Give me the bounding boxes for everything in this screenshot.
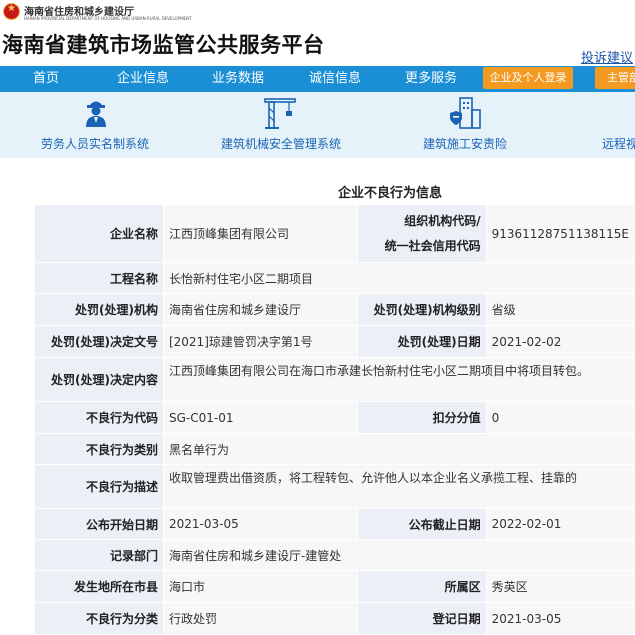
field-label: 处罚(处理)决定文号 [34,325,164,358]
table-row: 不良行为类别 黑名单行为 [34,433,635,465]
record-department: 海南省住房和城乡建设厅-建管处 [162,539,635,571]
service-shortcuts: 劳务人员实名制系统 建筑机械安全管理系统 建筑施工安责险 远程视 [0,92,635,158]
table-row: 不良行为代码 SG-C01-01 扣分分值 0 [34,401,635,434]
field-label: 企业名称 [34,204,164,263]
site-header: 海南省住房和城乡建设厅 HAINAN PROVINCIAL DEPARTMENT… [0,0,635,66]
decision-number: [2021]琼建管罚决字第1号 [162,325,359,358]
decision-content: 江西顶峰集团有限公司在海口市承建长怡新村住宅小区二期项目中将项目转包。 [162,357,635,402]
record-title: 企业不良行为信息 [337,186,442,201]
field-label: 公布开始日期 [34,508,164,540]
field-label: 不良行为分类 [34,602,164,635]
main-nav: 首页 企业信息 业务数据 诚信信息 更多服务 企业及个人登录 主管部 [0,66,635,92]
field-label: 扣分分值 [357,401,487,434]
table-row: 不良行为分类 行政处罚 登记日期 2021-03-05 [34,602,635,635]
field-label: 处罚(处理)机构级别 [357,293,487,326]
publish-end-date: 2022-02-01 [485,508,635,540]
field-label: 处罚(处理)决定内容 [34,357,164,402]
table-row: 发生地所在市县 海口市 所属区 秀英区 [34,570,635,603]
field-label: 不良行为代码 [34,401,164,434]
service-labor-realname[interactable]: 劳务人员实名制系统 [0,92,180,158]
org-code-label-line1: 组织机构代码/ [404,213,481,228]
service-label: 劳务人员实名制系统 [41,137,150,151]
bad-behavior-record-table: 企业名称 江西顶峰集团有限公司 组织机构代码/统一社会信用代码 91361128… [34,204,635,635]
nav-item-business-data[interactable]: 业务数据 [212,66,264,92]
decision-date: 2021-02-02 [485,325,635,358]
worker-icon [86,101,106,127]
org-code-label-line2: 统一社会信用代码 [384,238,481,253]
city: 海口市 [162,570,359,603]
service-label: 建筑施工安责险 [423,137,508,151]
service-label: 建筑机械安全管理系统 [221,137,342,151]
nav-item-enterprise-info[interactable]: 企业信息 [117,66,169,92]
table-row: 处罚(处理)机构 海南省住房和城乡建设厅 处罚(处理)机构级别 省级 [34,293,635,326]
field-label: 登记日期 [357,602,487,635]
behavior-category: 黑名单行为 [162,433,635,465]
table-row: 处罚(处理)决定内容 江西顶峰集团有限公司在海口市承建长怡新村住宅小区二期项目中… [34,357,635,402]
field-label: 发生地所在市县 [34,570,164,603]
deduction-score: 0 [485,401,635,434]
insurance-building-icon [450,97,481,129]
department-name-en: HAINAN PROVINCIAL DEPARTMENT OF HOUSING … [24,16,192,21]
service-remote-video[interactable]: 远程视 [590,92,635,158]
service-construction-insurance[interactable]: 建筑施工安责险 [410,92,530,158]
field-label: 记录部门 [34,539,164,571]
complaint-link[interactable]: 投诉建议 [581,47,633,66]
publish-start-date: 2021-03-05 [162,508,359,540]
login-button[interactable]: 企业及个人登录 [483,67,573,89]
table-row: 公布开始日期 2021-03-05 公布截止日期 2022-02-01 [34,508,635,540]
field-label: 处罚(处理)机构 [34,293,164,326]
table-row: 工程名称 长怡新村住宅小区二期项目 [34,262,635,294]
register-date: 2021-03-05 [485,602,635,635]
district: 秀英区 [485,570,635,603]
field-label: 组织机构代码/统一社会信用代码 [357,204,487,263]
behavior-description: 收取管理费出借资质，将工程转包、允许他人以本企业名义承揽工程、挂靠的 [162,464,635,509]
national-emblem-icon [3,3,20,20]
field-label: 所属区 [357,570,487,603]
behavior-code: SG-C01-01 [162,401,359,434]
field-label: 处罚(处理)日期 [357,325,487,358]
table-row: 记录部门 海南省住房和城乡建设厅-建管处 [34,539,635,571]
nav-item-credit-info[interactable]: 诚信信息 [309,66,361,92]
nav-item-home[interactable]: 首页 [33,66,59,92]
project-name: 长怡新村住宅小区二期项目 [162,262,635,294]
table-row: 企业名称 江西顶峰集团有限公司 组织机构代码/统一社会信用代码 91361128… [34,204,635,263]
enterprise-name: 江西顶峰集团有限公司 [162,204,359,263]
table-row: 不良行为描述 收取管理费出借资质，将工程转包、允许他人以本企业名义承揽工程、挂靠… [34,464,635,509]
org-code: 91361128751138115E [485,204,635,263]
competent-dept-button[interactable]: 主管部 [595,67,635,89]
field-label: 不良行为描述 [34,464,164,509]
service-machinery-safety[interactable]: 建筑机械安全管理系统 [200,92,360,158]
tower-crane-icon [264,98,296,129]
field-label: 工程名称 [34,262,164,294]
field-label: 不良行为类别 [34,433,164,465]
behavior-classification: 行政处罚 [162,602,359,635]
nav-item-more-services[interactable]: 更多服务 [405,66,457,92]
service-label: 远程视 [602,137,635,151]
field-label: 公布截止日期 [357,508,487,540]
table-row: 处罚(处理)决定文号 [2021]琼建管罚决字第1号 处罚(处理)日期 2021… [34,325,635,358]
site-title: 海南省建筑市场监管公共服务平台 [2,33,325,57]
authority-level: 省级 [485,293,635,326]
authority: 海南省住房和城乡建设厅 [162,293,359,326]
